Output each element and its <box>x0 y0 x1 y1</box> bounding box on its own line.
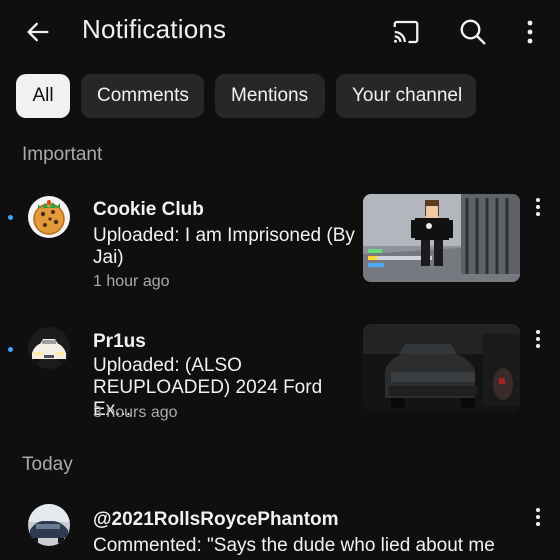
thumbnail-image <box>363 324 520 412</box>
notification-menu-button[interactable] <box>526 503 550 531</box>
channel-name: Pr1us <box>93 331 146 352</box>
chip-comments[interactable]: Comments <box>81 74 204 118</box>
notification-time: 3 hours ago <box>93 404 178 421</box>
cast-icon <box>393 20 419 44</box>
top-app-bar: Notifications <box>0 0 560 62</box>
channel-name: Cookie Club <box>93 199 204 220</box>
notification-message: Commented: "Says the dude who lied about… <box>93 535 495 556</box>
video-thumbnail[interactable] <box>363 194 520 282</box>
notification-item[interactable]: @2021RollsRoycePhantom Commented: "Says … <box>0 500 560 560</box>
page-title: Notifications <box>82 14 227 44</box>
notification-menu-button[interactable] <box>526 325 550 353</box>
notification-menu-button[interactable] <box>526 193 550 221</box>
arrow-left-icon <box>27 22 49 42</box>
more-vertical-icon <box>536 330 540 348</box>
unread-indicator <box>8 347 13 352</box>
notification-item[interactable]: Cookie Club Uploaded: I am Imprisoned (B… <box>0 190 560 300</box>
cookie-avatar-image <box>28 196 70 238</box>
chip-all[interactable]: All <box>16 74 70 118</box>
car-avatar-image <box>28 504 70 546</box>
channel-name: @2021RollsRoycePhantom <box>93 509 339 530</box>
avatar[interactable] <box>28 196 70 238</box>
more-vertical-icon <box>527 20 533 44</box>
avatar[interactable] <box>28 504 70 546</box>
search-button[interactable] <box>453 12 493 52</box>
more-vertical-icon <box>536 198 540 216</box>
cast-button[interactable] <box>386 12 426 52</box>
filter-chips: All Comments Mentions Your channel <box>16 74 476 118</box>
search-icon <box>460 19 486 45</box>
notification-item[interactable]: Pr1us Uploaded: (ALSO REUPLOADED) 2024 F… <box>0 322 560 432</box>
notification-message: Uploaded: I am Imprisoned (By Jai) <box>93 225 355 268</box>
thumbnail-image <box>363 194 520 282</box>
notification-time: 1 hour ago <box>93 273 170 290</box>
chip-mentions[interactable]: Mentions <box>215 74 325 118</box>
back-button[interactable] <box>18 12 58 52</box>
section-heading-important: Important <box>22 144 103 165</box>
more-vertical-icon <box>536 508 540 526</box>
avatar[interactable] <box>28 327 70 369</box>
video-thumbnail[interactable] <box>363 324 520 412</box>
section-heading-today: Today <box>22 454 73 475</box>
more-options-button[interactable] <box>510 12 550 52</box>
unread-indicator <box>8 215 13 220</box>
chip-your-channel[interactable]: Your channel <box>336 74 476 118</box>
car-avatar-image <box>28 327 70 369</box>
